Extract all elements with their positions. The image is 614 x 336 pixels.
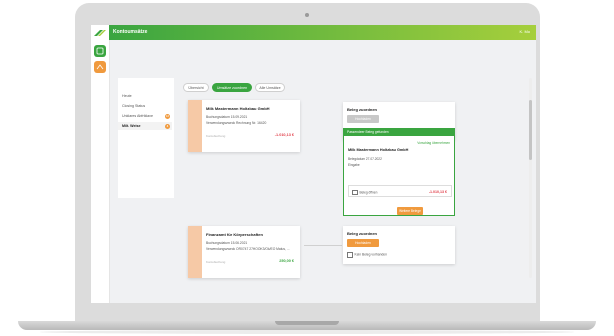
connector-line (304, 245, 342, 246)
main-content: Heute Closing Status Unklares Abfrtklaxe… (109, 40, 536, 303)
transaction-title: Milk Mastermann Holtzbau GmbH (206, 106, 270, 111)
app-screen: Kontoumsätze K. Mo Heute Closing Status … (91, 25, 536, 303)
no-receipt-checkbox[interactable]: Kein Beleg vorhanden (347, 252, 387, 258)
upload-button[interactable]: Hochladen (347, 115, 379, 123)
app-logo-icon (94, 30, 106, 36)
transaction-purpose: Verwendungszweck Rechnung Nr. 16420 (206, 121, 267, 125)
accept-suggestion-link[interactable]: Vorschlag übernehmen (417, 141, 450, 145)
receipts-nav-button[interactable] (94, 61, 106, 73)
beleg-title: Beleg zuordnen (347, 231, 378, 236)
sidebar-item-label: Milt. Weise (122, 124, 141, 128)
transaction-amount: 250,00 € (279, 259, 294, 263)
webcam (305, 13, 309, 17)
sidebar-item-milt-weise[interactable]: Milt. Weise 4 (118, 122, 172, 130)
tab-alle-umsaetze[interactable]: Alle Umsätze (255, 83, 285, 92)
checkbox-label: Kein Beleg vorhanden (354, 252, 387, 257)
transaction-foot: Kontobuchung (206, 134, 226, 138)
upload-button[interactable]: Hochladen (347, 239, 379, 247)
open-receipt-checkbox[interactable]: Beleg öffnen (352, 189, 378, 195)
more-receipts-button[interactable]: Weitere Belege (397, 207, 423, 215)
bank-icon (96, 47, 104, 55)
card-stripe (188, 226, 202, 278)
nav-rail (91, 25, 110, 303)
checkbox-icon (352, 189, 358, 195)
transaction-title: Finanzamt für Körperschaften (206, 232, 263, 237)
tab-umsaetze-zuordnen[interactable]: Umsätze zuordnen (212, 83, 252, 92)
card-stripe (188, 100, 202, 152)
count-badge: 4 (165, 123, 170, 129)
sidebar: Heute Closing Status Unklares Abfrtklaxe… (118, 78, 174, 198)
top-bar: Kontoumsätze K. Mo (109, 25, 536, 40)
beleg-card: Beleg zuordnen Hochladen Kein Beleg vorh… (343, 226, 455, 264)
transaction-amount: -1.010,13 € (274, 133, 294, 137)
suggestion-title: Milk Mastermann Holtzbau GmbH (348, 148, 409, 152)
page-title: Kontoumsätze (113, 29, 148, 35)
suggestion-row: Beleg öffnen -1.010,13 € (348, 185, 452, 197)
laptop-shadow (40, 330, 574, 334)
scrollbar-thumb[interactable] (529, 100, 532, 160)
suggestion-source: Eingabe (348, 163, 360, 167)
sidebar-item-unklares[interactable]: Unklares Abfrtklaxe 16 (122, 112, 172, 120)
laptop-notch (275, 321, 339, 325)
transaction-date: Buchungsdatum 15.06.2021 (206, 241, 248, 245)
tab-uebersicht[interactable]: Übersicht (183, 83, 209, 92)
transaction-foot: Kontobuchung (206, 260, 226, 264)
suggestion-header: Passendeer Beleg gefunden (344, 129, 454, 136)
beleg-title: Beleg zuordnen (347, 107, 378, 112)
sidebar-item-closing-status[interactable]: Closing Status (122, 102, 172, 110)
sidebar-item-heute[interactable]: Heute (122, 92, 172, 100)
sidebar-item-label: Closing Status (122, 104, 146, 108)
transaction-card[interactable]: Finanzamt für Körperschaften Buchungsdat… (188, 226, 300, 278)
checkbox-icon (347, 252, 353, 258)
sidebar-item-label: Heute (122, 94, 132, 98)
transaction-date: Buchungsdatum 15.09.2021 (206, 115, 248, 119)
suggestion-amount: -1.010,13 € (428, 189, 447, 194)
user-menu[interactable]: K. Mo (520, 29, 530, 34)
suggestion-date: Belegdatum 27.07.2022 (348, 157, 382, 161)
checkbox-label: Beleg öffnen (359, 190, 378, 195)
suggestion-card[interactable]: Passendeer Beleg gefunden Vorschlag über… (343, 128, 455, 216)
transaction-purpose: Verwendungszweck OR0747 27HOOK3/Ok/EO Ma… (206, 247, 290, 251)
count-badge: 16 (165, 113, 170, 119)
bank-nav-button[interactable] (94, 45, 106, 57)
receipt-icon (96, 64, 104, 70)
transaction-card[interactable]: Milk Mastermann Holtzbau GmbH Buchungsda… (188, 100, 300, 152)
sidebar-item-label: Unklares Abfrtklaxe (122, 114, 153, 118)
